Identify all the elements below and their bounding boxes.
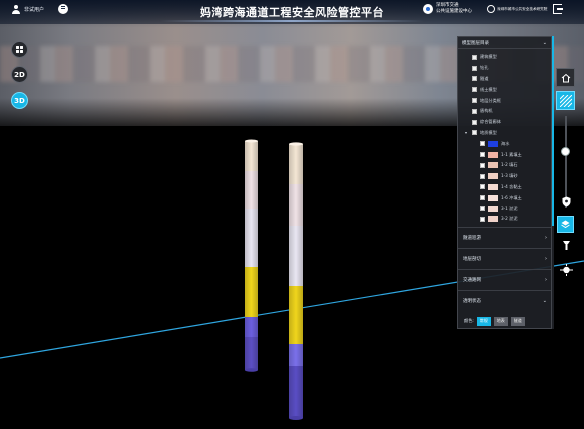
- chevron-down-icon: ⌄: [542, 297, 547, 304]
- strata-swatch: [488, 162, 498, 169]
- strata-item[interactable]: 1-6 冲填土: [465, 192, 551, 203]
- checkbox[interactable]: [480, 173, 485, 179]
- view-3d-button[interactable]: 3D: [11, 92, 28, 109]
- panel-scrollbar-thumb[interactable]: [552, 36, 554, 226]
- layer-item-tbm[interactable]: 盾构机: [465, 106, 551, 117]
- layer-item-utility-tunnel[interactable]: 综合管廊体: [465, 117, 551, 128]
- layer-icon: [561, 220, 570, 229]
- layer-tree: 建筑模型 钻孔 隧道 线土模型 地层分类框 盾构机 综合管廊体 ▾ 地质模型 海水…: [458, 49, 551, 225]
- strata-item[interactable]: 1-3 填砂: [465, 171, 551, 182]
- checkbox[interactable]: [472, 130, 477, 136]
- section-road-network[interactable]: 交通路网 ›: [458, 268, 551, 290]
- transparency-option-tunnel[interactable]: 隧道: [510, 316, 525, 326]
- chevron-right-icon: ›: [545, 276, 547, 283]
- home-icon: [561, 73, 570, 82]
- strata-swatch: [488, 140, 498, 147]
- strata-swatch: [488, 205, 498, 212]
- layer-toggle-button[interactable]: [557, 216, 574, 233]
- org2-text: 深圳市城市公共安全技术研究院: [497, 6, 548, 11]
- transparency-label: 颜色:: [464, 318, 474, 324]
- strata-item[interactable]: 3-2 淤泥: [465, 214, 551, 225]
- checkbox[interactable]: [472, 108, 477, 114]
- layer-item-tunnel[interactable]: 隧道: [465, 74, 551, 85]
- strata-item[interactable]: 1-2 填石: [465, 160, 551, 171]
- checkbox[interactable]: [480, 162, 485, 168]
- checkbox[interactable]: [472, 65, 477, 71]
- chevron-right-icon: ›: [545, 255, 547, 262]
- measure-icon[interactable]: [562, 240, 571, 254]
- strata-item[interactable]: 海水: [465, 138, 551, 149]
- texture-icon: [559, 94, 572, 107]
- view-2d-button[interactable]: 2D: [11, 66, 28, 83]
- section-strata-cut[interactable]: 地层剖切 ›: [458, 247, 551, 269]
- layer-item-soil-model[interactable]: 线土模型: [465, 84, 551, 95]
- strata-swatch: [488, 183, 498, 190]
- layer-panel-title: 模型图层目录: [462, 40, 489, 46]
- layer-item-strata-frame[interactable]: 地层分类框: [465, 95, 551, 106]
- title-underline: [160, 20, 424, 22]
- chevron-down-icon[interactable]: ⌄: [543, 40, 547, 46]
- checkbox[interactable]: [480, 206, 485, 212]
- user-menu[interactable]: 非试用户: [12, 5, 44, 14]
- checkbox[interactable]: [480, 216, 485, 222]
- strata-item[interactable]: 1-1 素填土: [465, 149, 551, 160]
- borehole-2: [289, 142, 303, 420]
- logout-icon[interactable]: [553, 4, 563, 14]
- transparency-options: 颜色: 常规 地表 隧道: [458, 311, 551, 326]
- page-title: 妈湾跨海通道工程安全风险管控平台: [200, 6, 384, 19]
- strata-swatch: [488, 173, 498, 180]
- checkbox[interactable]: [472, 54, 477, 60]
- section-transparency[interactable]: 透明状态 ⌄: [458, 289, 551, 311]
- layer-panel-header[interactable]: 模型图层目录 ⌄: [458, 37, 551, 49]
- shield-icon[interactable]: [562, 196, 571, 210]
- user-name: 非试用户: [24, 7, 45, 13]
- grid-icon: [16, 46, 23, 53]
- org-logo-traffic: 深圳市交通 公共设施建设中心: [423, 3, 472, 15]
- org-logo-institute: 深圳市城市公共安全技术研究院: [487, 5, 547, 13]
- zoom-slider-thumb[interactable]: [561, 147, 570, 156]
- top-header: 非试用户 妈湾跨海通道工程安全风险管控平台 深圳市交通 公共设施建设中心 深圳市…: [0, 0, 584, 24]
- zoom-slider-track[interactable]: [565, 116, 567, 208]
- org1-line2: 公共设施建设中心: [436, 9, 472, 14]
- grid-view-button[interactable]: [11, 41, 28, 58]
- strata-item[interactable]: 3-1 淤泥: [465, 203, 551, 214]
- checkbox[interactable]: [480, 195, 485, 201]
- user-icon: [12, 5, 20, 14]
- strata-swatch: [488, 216, 498, 223]
- strata-swatch: [488, 194, 498, 201]
- borehole-1: [245, 139, 258, 372]
- compass-icon[interactable]: [560, 264, 573, 279]
- layer-panel: 模型图层目录 ⌄ 建筑模型 钻孔 隧道 线土模型 地层分类框 盾构机 综合管廊体…: [457, 36, 552, 329]
- checkbox[interactable]: [480, 141, 485, 147]
- expand-triangle-icon[interactable]: ▾: [465, 130, 469, 135]
- checkbox[interactable]: [472, 119, 477, 125]
- chevron-right-icon: ›: [545, 234, 547, 241]
- layer-item-borehole[interactable]: 钻孔: [465, 63, 551, 74]
- section-tunnel-tour[interactable]: 隧道巡游 ›: [458, 226, 551, 248]
- strata-item[interactable]: 1-4 含黏土: [465, 182, 551, 193]
- checkbox[interactable]: [472, 76, 477, 82]
- home-button[interactable]: [556, 68, 575, 87]
- message-icon[interactable]: [58, 4, 68, 14]
- institute-logo-icon: [487, 5, 495, 13]
- texture-button[interactable]: [556, 91, 575, 110]
- layer-item-geology[interactable]: ▾ 地质模型: [465, 128, 551, 139]
- checkbox[interactable]: [472, 98, 477, 104]
- checkbox[interactable]: [472, 87, 477, 93]
- strata-swatch: [488, 151, 498, 158]
- layer-item-building[interactable]: 建筑模型: [465, 52, 551, 63]
- transparency-option-surface[interactable]: 地表: [493, 316, 508, 326]
- checkbox[interactable]: [480, 152, 485, 158]
- traffic-center-logo-icon: [423, 4, 433, 14]
- checkbox[interactable]: [480, 184, 485, 190]
- transparency-option-normal[interactable]: 常规: [476, 316, 491, 326]
